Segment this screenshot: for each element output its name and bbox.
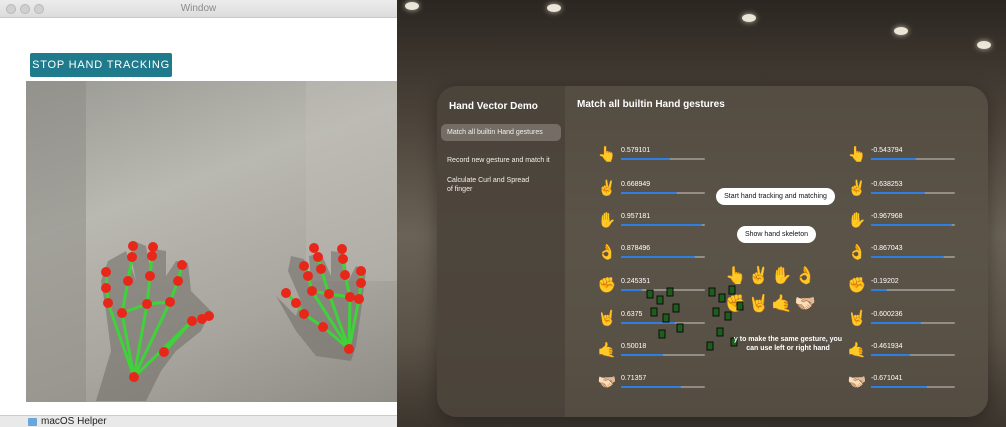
dock-strip: macOS Helper <box>0 415 397 427</box>
score-bar-fill <box>871 158 917 160</box>
score-row: 👌 0.878496 <box>597 244 707 262</box>
score-value: 0.579101 <box>621 147 651 154</box>
score-bar-fill <box>871 354 910 356</box>
score-bar <box>871 224 955 226</box>
sidebar-item-match-builtin[interactable]: Match all builtin Hand gestures <box>441 124 561 141</box>
gesture-icon: ✋ <box>597 212 617 229</box>
app-title: Hand Vector Demo <box>449 101 538 112</box>
window-title: Window <box>180 3 217 14</box>
score-bar-fill <box>871 192 925 194</box>
sidebar: Hand Vector Demo Match all builtin Hand … <box>437 86 565 417</box>
score-row: 🤘 -0.600236 <box>847 310 957 328</box>
score-bar-fill <box>871 256 945 258</box>
score-bar <box>871 256 955 258</box>
gesture-icon: ✋ <box>847 212 867 229</box>
score-bar <box>871 192 955 194</box>
gesture-hint-text: y to make the same gesture, you can use … <box>733 336 843 352</box>
show-skeleton-button[interactable]: Show hand skeleton <box>737 226 816 243</box>
score-bar-fill <box>871 322 922 324</box>
score-row: 🤙 -0.461934 <box>847 342 957 360</box>
score-value: -0.600236 <box>871 311 903 318</box>
sidebar-item-record-gesture[interactable]: Record new gesture and match it <box>441 152 561 169</box>
score-row: 🫱🏻‍🫲🏼 -0.671041 <box>847 374 957 392</box>
gesture-icon: 🤘 <box>847 310 867 327</box>
gesture-icon: 👌 <box>847 244 867 261</box>
score-bar <box>621 256 705 258</box>
score-bar <box>621 158 705 160</box>
gesture-icon: ✊ <box>847 277 867 294</box>
score-bar-fill <box>621 224 702 226</box>
gesture-icon: 🫱🏻‍🫲🏼 <box>847 374 867 391</box>
gesture-icon: 👆 <box>847 146 867 163</box>
score-row: 👆 -0.543794 <box>847 146 957 164</box>
start-tracking-button[interactable]: Start hand tracking and matching <box>716 188 835 205</box>
score-bar-fill <box>621 158 670 160</box>
hand-vector-panel: Hand Vector Demo Match all builtin Hand … <box>437 86 988 417</box>
gesture-icon: 🤘 <box>597 310 617 327</box>
score-row: 🫱🏻‍🫲🏼 0.71357 <box>597 374 707 392</box>
gesture-icon: ✊ <box>597 277 617 294</box>
score-bar <box>871 386 955 388</box>
sidebar-item-curl-spread[interactable]: Calculate Curl and Spread of finger <box>441 172 539 198</box>
score-bar-fill <box>621 192 678 194</box>
score-bar-fill <box>621 256 695 258</box>
gesture-emoji: ✋ <box>771 266 795 285</box>
gesture-icon: 👌 <box>597 244 617 261</box>
gesture-emoji: 👌 <box>794 266 818 285</box>
gesture-icon: ✌️ <box>847 180 867 197</box>
score-value: -0.671041 <box>871 375 903 382</box>
score-row: ✌️ 0.668949 <box>597 180 707 198</box>
score-value: -0.461934 <box>871 343 903 350</box>
score-bar <box>621 386 705 388</box>
dock-label[interactable]: macOS Helper <box>41 416 107 427</box>
mac-window: Window STOP HAND TRACKING macOS Helper <box>0 0 397 427</box>
score-value: 0.957181 <box>621 213 651 220</box>
gesture-icon: 👆 <box>597 146 617 163</box>
gesture-icon: 🫱🏻‍🫲🏼 <box>597 374 617 391</box>
score-row: ✋ 0.957181 <box>597 212 707 230</box>
score-value: -0.867043 <box>871 245 903 252</box>
score-bar <box>621 192 705 194</box>
score-row: ✌️ -0.638253 <box>847 180 957 198</box>
folder-icon <box>28 418 37 426</box>
score-bar-fill <box>871 289 887 291</box>
score-value: -0.967968 <box>871 213 903 220</box>
gesture-icon: ✌️ <box>597 180 617 197</box>
score-value: -0.543794 <box>871 147 903 154</box>
stop-hand-tracking-button[interactable]: STOP HAND TRACKING <box>30 53 172 77</box>
camera-preview <box>26 81 397 402</box>
score-bar-fill <box>871 224 953 226</box>
window-titlebar: Window <box>0 0 397 18</box>
score-value: -0.638253 <box>871 181 903 188</box>
gesture-icon: 🤙 <box>847 342 867 359</box>
gesture-emoji: 🤙 <box>771 294 795 313</box>
gesture-icon: 🤙 <box>597 342 617 359</box>
main-title: Match all builtin Hand gestures <box>577 99 725 110</box>
hand-landmarks-overlay <box>26 81 397 402</box>
score-bar <box>871 322 955 324</box>
score-bar <box>621 224 705 226</box>
score-row: ✋ -0.967968 <box>847 212 957 230</box>
score-value: 0.71357 <box>621 375 647 382</box>
score-value: -0.19202 <box>871 278 899 285</box>
score-bar-fill <box>871 386 928 388</box>
score-row: ✊ -0.19202 <box>847 277 957 295</box>
score-row: 👆 0.579101 <box>597 146 707 164</box>
score-value: 0.668949 <box>621 181 651 188</box>
score-bar <box>871 289 955 291</box>
score-bar <box>871 158 955 160</box>
score-bar-fill <box>621 386 681 388</box>
score-bar <box>871 354 955 356</box>
score-row: 👌 -0.867043 <box>847 244 957 262</box>
score-value: 0.878496 <box>621 245 651 252</box>
gesture-emoji: 🫱🏻‍🫲🏼 <box>794 294 818 313</box>
